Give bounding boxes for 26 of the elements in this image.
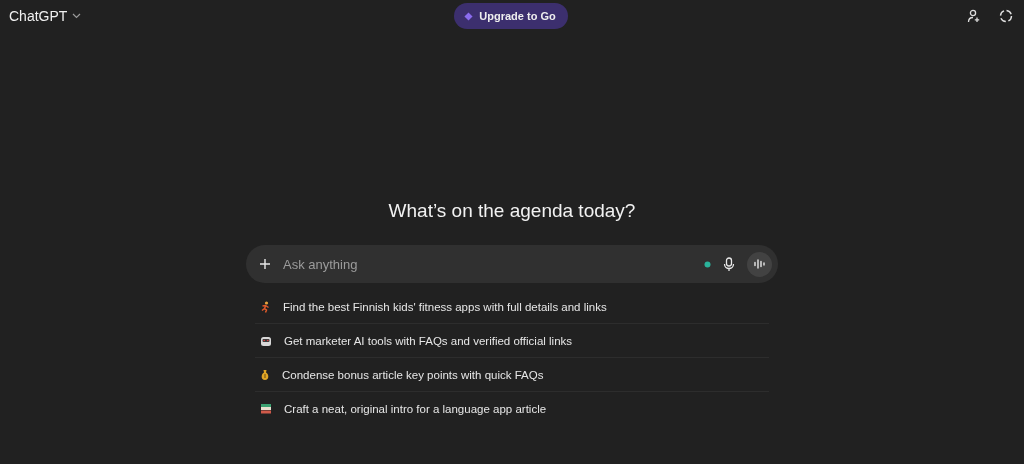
suggestion-item[interactable]: Condense bonus article key points with quick FAQs [255,358,769,392]
plus-icon[interactable] [259,258,271,270]
add-person-icon[interactable] [967,9,981,23]
diamond-icon [464,11,474,21]
suggestion-text: Craft a neat, original intro for a language app article [284,402,547,415]
suggestion-text: Find the best Finnish kids' fitness apps with full details and links [283,300,607,313]
app-name[interactable]: ChatGPT [9,8,68,24]
prompt-field[interactable]: Ask anything [283,256,692,272]
suggestion-item[interactable]: Craft a neat, original intro for a language app article [255,392,769,425]
heading: What’s on the agenda today? [388,200,636,222]
running-figure-icon [260,300,271,313]
suggestion-item[interactable]: Get marketer AI tools with FAQs and verified official links [255,324,769,358]
dashed-circle-icon[interactable] [999,9,1013,23]
suggestion-text: Condense bonus article key points with quick FAQs [282,368,544,381]
books-icon [260,403,272,414]
upgrade-button[interactable]: Upgrade to Go [454,3,568,29]
status-dot-icon [704,260,711,268]
voice-mode-button[interactable] [747,251,772,277]
prompt-composer[interactable]: Ask anything [246,245,778,283]
chevron-down-icon[interactable] [72,13,82,19]
robot-icon [260,334,272,347]
suggestion-item[interactable]: Find the best Finnish kids' fitness apps with full details and links [255,290,769,324]
waveform-icon [752,258,767,270]
suggestion-text: Get marketer AI tools with FAQs and verified official links [284,334,573,347]
microphone-icon[interactable] [723,256,735,272]
money-bag-icon [260,368,270,381]
